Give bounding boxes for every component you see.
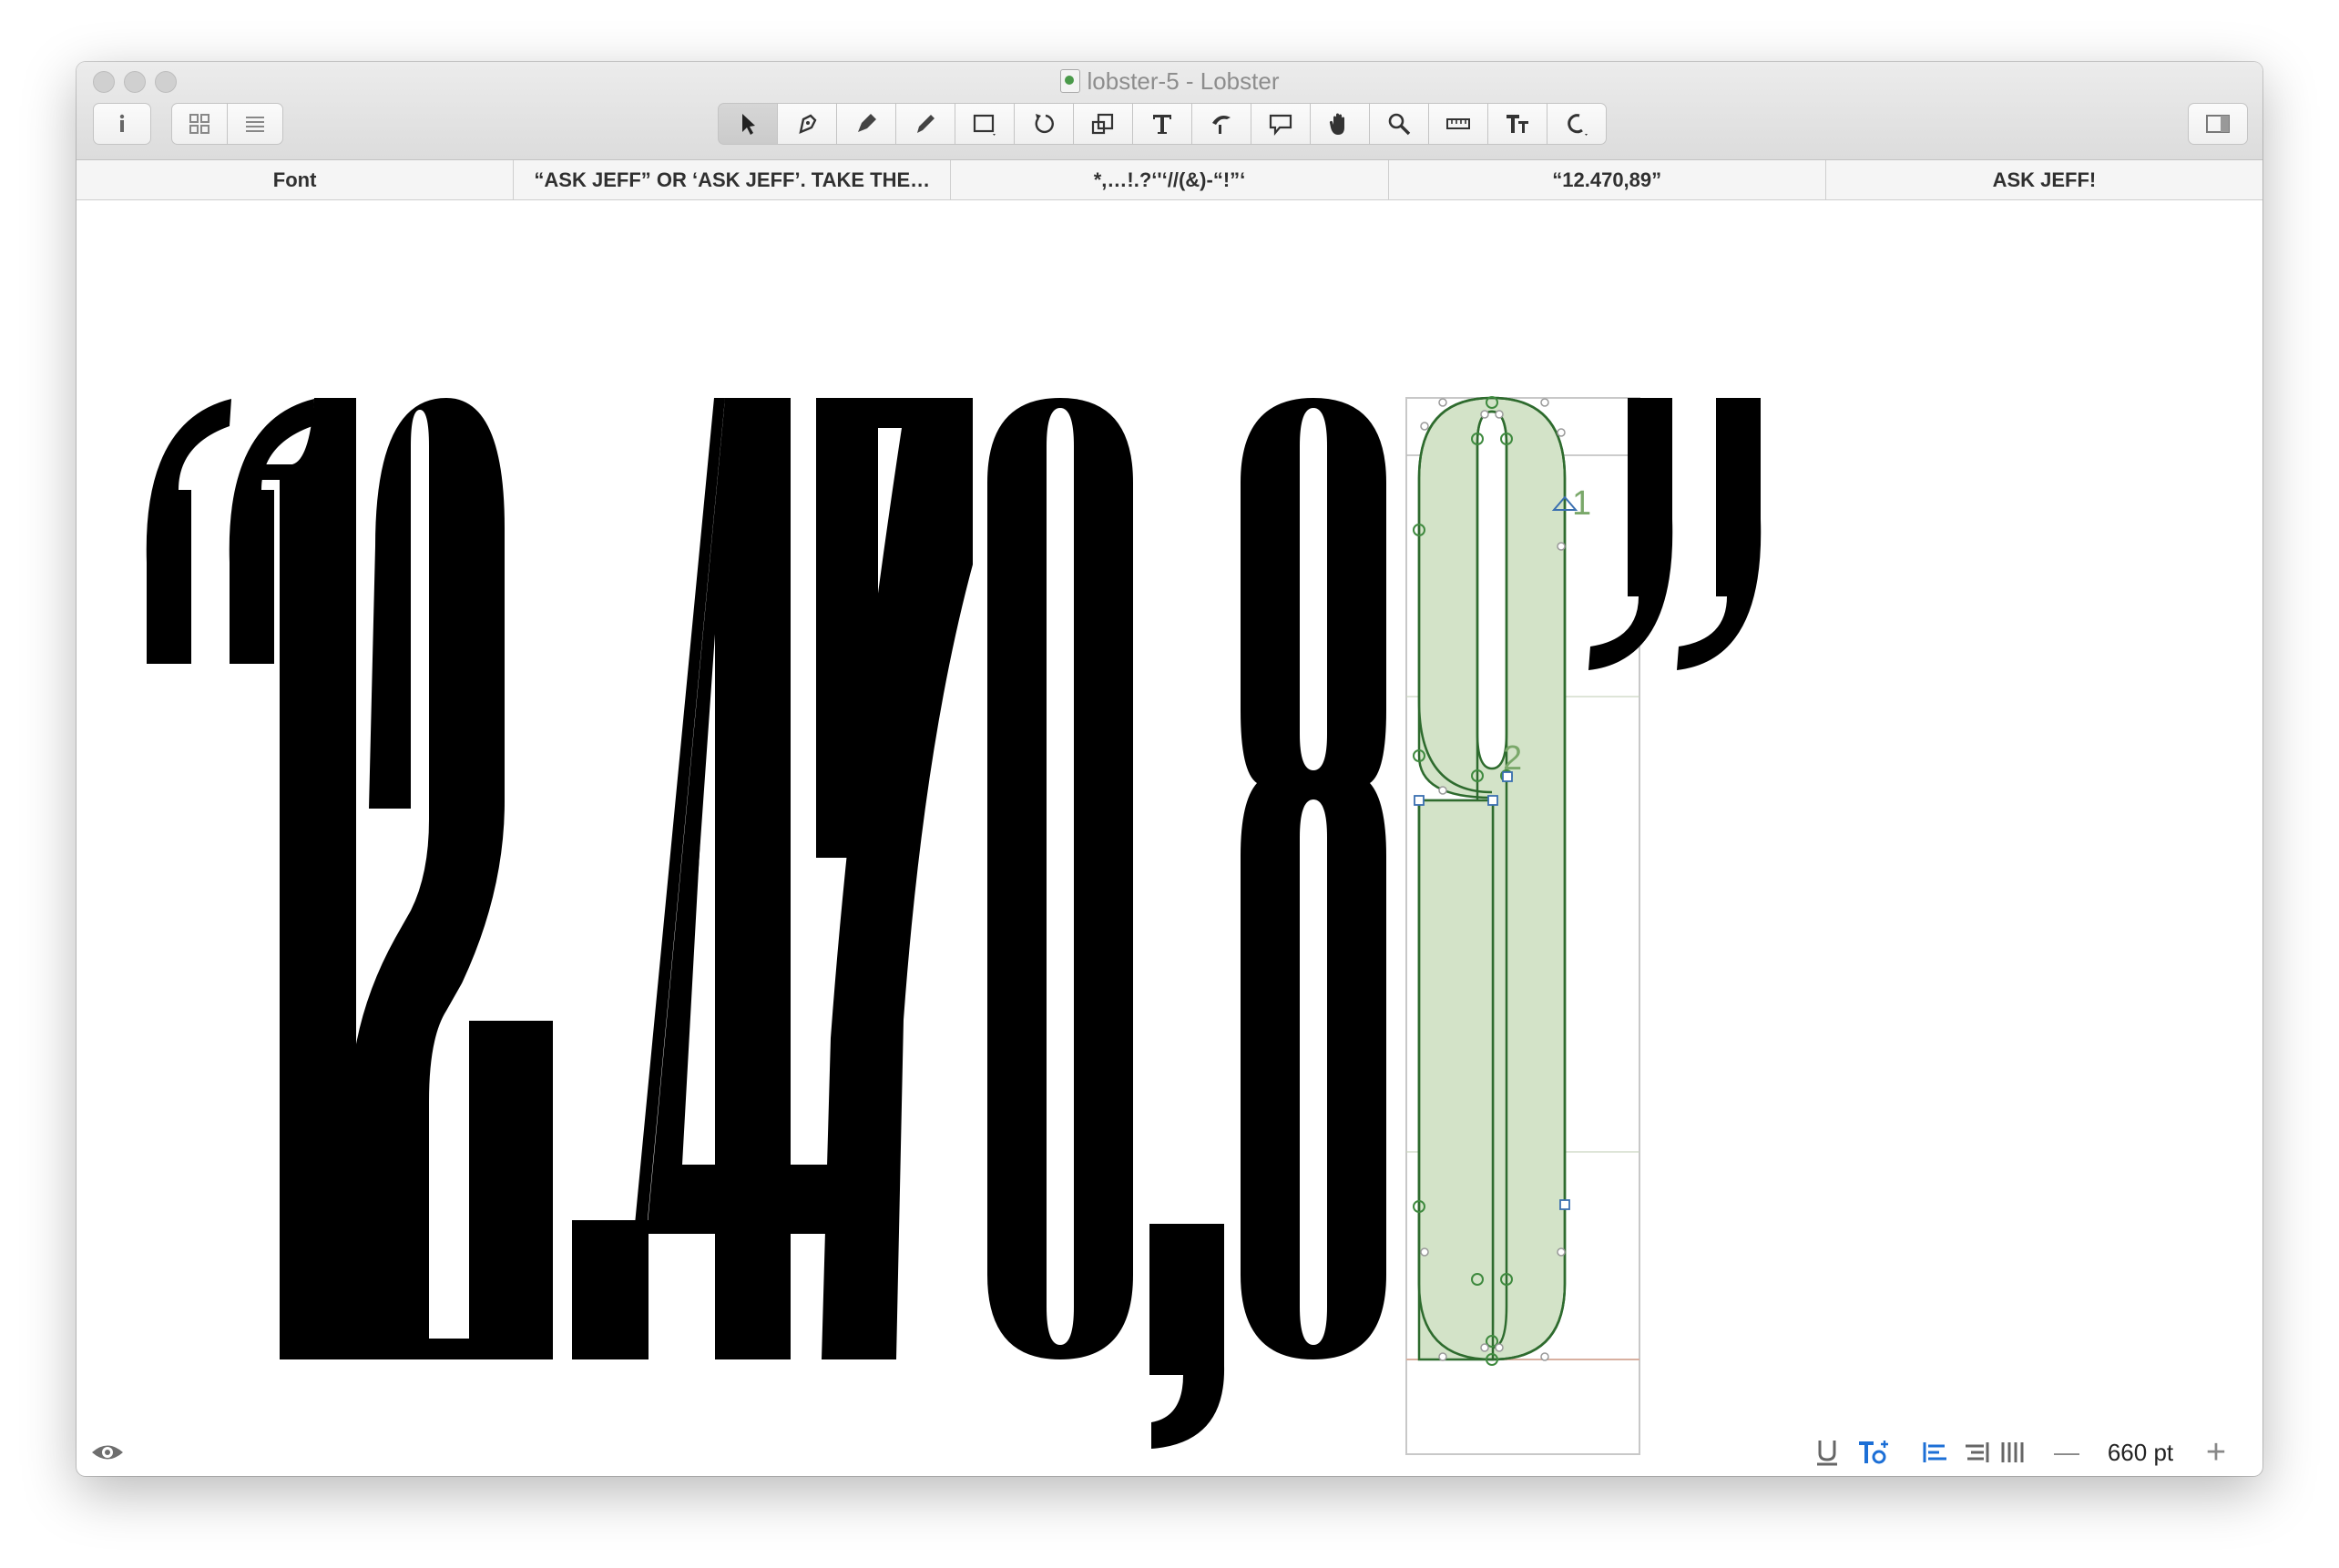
zoom-tool-button[interactable]: [1369, 103, 1429, 145]
zoom-in-button[interactable]: +: [2199, 1433, 2233, 1471]
pencil-tool-button[interactable]: [895, 103, 955, 145]
scale-tool-icon: [1091, 113, 1114, 135]
text-size-tool-icon: [1507, 115, 1528, 133]
status-bar: — 660 pt +: [77, 1428, 2262, 1476]
draw-tool-icon: [799, 114, 817, 134]
text-features-icon: [1859, 1441, 1888, 1464]
glyph-comma[interactable]: [1149, 1224, 1225, 1449]
measure-tool-icon: [1446, 118, 1470, 129]
underline-icon: [1817, 1441, 1837, 1466]
grid-view-icon: [189, 114, 209, 134]
grid-view-button[interactable]: [171, 103, 228, 145]
rotate-tool-button[interactable]: [1014, 103, 1074, 145]
start-point-label: 1: [1572, 484, 1591, 523]
tab-punctuation[interactable]: *,…!.?‘'‘//(&)-“!”‘: [951, 160, 1389, 199]
glyph-four[interactable]: [634, 398, 831, 1359]
glyph-zero[interactable]: [987, 398, 1133, 1359]
font-size-readout[interactable]: 660 pt: [2095, 1437, 2186, 1468]
rectangle-tool-button[interactable]: [955, 103, 1015, 145]
info-icon: [119, 114, 125, 132]
glyph-eight[interactable]: [1241, 398, 1386, 1359]
annotation-tool-icon: [1269, 114, 1292, 137]
preview-toggle[interactable]: [89, 1439, 126, 1466]
rotate-tool-icon: [1035, 114, 1054, 134]
pencil-tool-icon: [917, 115, 935, 133]
text-tool-icon: [1153, 115, 1171, 134]
align-left-button[interactable]: [1921, 1437, 1950, 1468]
app-window: lobster-5 - Lobster Font “ASK JEFF” OR ‘…: [77, 62, 2262, 1476]
sidebar-toggle-button[interactable]: [2188, 103, 2248, 145]
underline-toggle[interactable]: [1813, 1437, 1842, 1468]
select-tool-button[interactable]: [718, 103, 778, 145]
tab-font[interactable]: Font: [77, 160, 515, 199]
align-right-icon: [1966, 1442, 1989, 1462]
text-size-tool-button[interactable]: [1487, 103, 1547, 145]
hand-tool-button[interactable]: [1310, 103, 1370, 145]
title-bar: lobster-5 - Lobster: [77, 62, 2262, 160]
list-view-icon: [246, 117, 264, 132]
eye-icon: [92, 1445, 123, 1460]
select-tool-icon: [742, 114, 755, 135]
knife-tool-button[interactable]: [1191, 103, 1251, 145]
tab-numbers[interactable]: “12.470,89”: [1389, 160, 1826, 199]
text-tool-button[interactable]: [1132, 103, 1192, 145]
window-title: lobster-5 - Lobster: [77, 67, 2262, 95]
zoom-tool-icon: [1388, 113, 1411, 136]
pen-tool-icon: [858, 114, 876, 132]
glyph-two[interactable]: [350, 398, 553, 1359]
zoom-out-button[interactable]: —: [2051, 1437, 2082, 1468]
text-features-button[interactable]: [1857, 1437, 1892, 1468]
edit-canvas[interactable]: 1 2: [77, 200, 2262, 1476]
primitives-tool-icon: [1568, 114, 1588, 136]
annotation-tool-button[interactable]: [1251, 103, 1311, 145]
list-view-button[interactable]: [227, 103, 283, 145]
justify-button[interactable]: [1998, 1437, 2027, 1468]
hand-tool-icon: [1329, 113, 1344, 135]
document-icon: [1059, 69, 1080, 93]
align-right-button[interactable]: [1962, 1437, 1991, 1468]
tab-ask-jeff-sentence[interactable]: “ASK JEFF” OR ‘ASK JEFF’. TAKE THE…: [514, 160, 952, 199]
sidebar-toggle-icon: [2206, 115, 2230, 133]
glyph-close-quote[interactable]: [1588, 398, 1762, 670]
glyph-period[interactable]: [572, 1220, 649, 1359]
scale-tool-button[interactable]: [1073, 103, 1133, 145]
glyph-nine-active[interactable]: 1 2: [1405, 396, 1640, 1455]
pen-tool-button[interactable]: [836, 103, 896, 145]
tab-ask-jeff[interactable]: ASK JEFF!: [1826, 160, 2262, 199]
glyph-preview[interactable]: 1 2: [77, 200, 2262, 1476]
info-button[interactable]: [93, 103, 151, 145]
justify-icon: [2001, 1442, 2024, 1462]
draw-tool-button[interactable]: [777, 103, 837, 145]
align-left-icon: [1923, 1442, 1946, 1462]
measure-tool-button[interactable]: [1428, 103, 1488, 145]
knife-tool-icon: [1212, 116, 1231, 134]
tab-bar: Font “ASK JEFF” OR ‘ASK JEFF’. TAKE THE……: [77, 160, 2262, 200]
rectangle-tool-icon: [973, 114, 996, 136]
window-title-text: lobster-5 - Lobster: [1087, 67, 1280, 95]
glyph-seven[interactable]: [816, 398, 973, 1359]
component-label: 2: [1503, 739, 1522, 778]
primitives-tool-button[interactable]: [1547, 103, 1607, 145]
